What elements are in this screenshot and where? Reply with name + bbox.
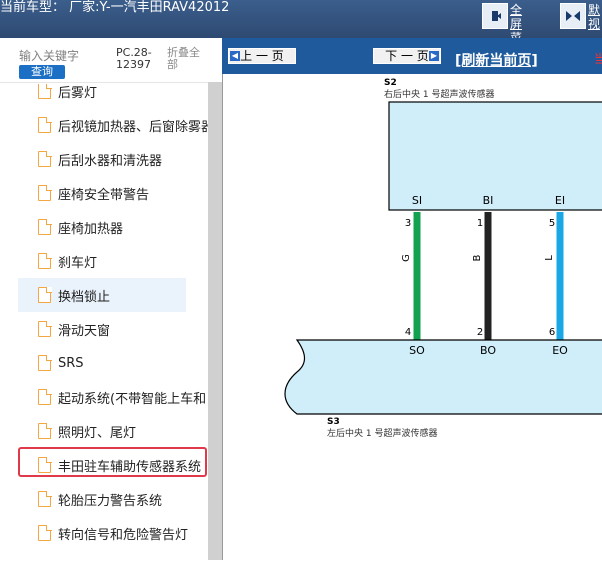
s2-name: 右后中央 1 号超声波传感器 (384, 88, 494, 100)
document-icon (38, 354, 52, 371)
document-icon (38, 150, 52, 167)
pin-ei: EI (555, 194, 565, 207)
next-page-button[interactable]: 下 一 页 ▶ (373, 48, 441, 64)
document-code: PC.28-12397 (116, 46, 152, 71)
prev-page-button[interactable]: ◀ 上 一 页 (228, 48, 296, 64)
document-icon (38, 422, 52, 439)
document-icon (38, 184, 52, 201)
arrow-left-icon: ◀ (230, 51, 240, 61)
pin-num-4: 4 (405, 327, 411, 338)
wiring-diagram-svg: S2 右后中央 1 号超声波传感器 SI BI EI 3 1 5 4 2 6 G… (284, 78, 602, 439)
right-panel: ◀ 上 一 页 下 一 页 ▶ [刷新当前页] 当 S2 右后中央 1 号超声波… (222, 38, 602, 560)
default-view-icon (560, 3, 586, 29)
document-icon (38, 524, 52, 541)
wire-color-b: B (472, 254, 483, 261)
document-icon (38, 320, 52, 337)
wire-color-l: L (544, 255, 555, 261)
arrow-right-icon: ▶ (429, 51, 439, 61)
s2-id: S2 (384, 78, 397, 88)
page-nav-bar: ◀ 上 一 页 下 一 页 ▶ [刷新当前页] 当 (222, 38, 602, 74)
document-icon (38, 116, 52, 133)
current-vehicle-title: 当前车型： 厂家:Y-一汽丰田RAV42012 (0, 0, 230, 15)
tree-item[interactable]: 座椅安全带警告 (18, 176, 208, 210)
left-panel: 查询 PC.28-12397 折叠全部 后雾灯 后视镜加热器、后窗除雾器 后刮水… (0, 38, 222, 560)
pin-num-1: 1 (477, 218, 483, 229)
tree-item[interactable]: SRS (18, 346, 208, 380)
pin-so: SO (409, 344, 425, 357)
document-icon (38, 84, 52, 99)
pin-num-5: 5 (549, 218, 555, 229)
wiring-diagram: S2 右后中央 1 号超声波传感器 SI BI EI 3 1 5 4 2 6 G… (222, 74, 602, 560)
wire-color-g: G (401, 254, 412, 262)
tree-item[interactable]: 转向信号和危险警告灯 (18, 516, 208, 550)
fullscreen-icon (482, 3, 508, 29)
refresh-page-link[interactable]: [刷新当前页] (455, 50, 538, 70)
document-icon (38, 490, 52, 507)
panel-splitter[interactable] (208, 82, 222, 560)
topic-tree: 后雾灯 后视镜加热器、后窗除雾器 后刮水器和清洗器 座椅安全带警告 座椅加热器 … (18, 84, 208, 560)
s3-id: S3 (327, 417, 340, 427)
document-icon (38, 286, 52, 303)
keyword-input[interactable] (19, 49, 109, 63)
document-icon (38, 252, 52, 269)
tree-item[interactable]: 座椅加热器 (18, 210, 208, 244)
tree-item[interactable]: 换档锁止 (18, 278, 186, 312)
tree-item[interactable]: 后刮水器和清洗器 (18, 142, 208, 176)
pin-bi: BI (483, 194, 494, 207)
pin-num-2: 2 (477, 327, 483, 338)
document-icon (38, 388, 52, 405)
tree-item[interactable]: 滑动天窗 (18, 312, 208, 346)
tree-item[interactable]: 刹车灯 (18, 244, 208, 278)
default-view-label: 默 视 (588, 3, 601, 31)
tree-item[interactable]: 照明灯、尾灯 (18, 414, 208, 448)
highlight-box (18, 447, 207, 477)
pin-si: SI (412, 194, 422, 207)
tree-item[interactable]: 后视镜加热器、后窗除雾器 (18, 108, 208, 142)
pin-num-3: 3 (405, 218, 411, 229)
collapse-all-link[interactable]: 折叠全部 (167, 47, 205, 71)
top-bar: 当前车型： 厂家:Y-一汽丰田RAV42012 全屏 菜单 默 视 (0, 0, 602, 59)
tree-item[interactable]: 轮胎压力警告系统 (18, 482, 208, 516)
search-area: 查询 PC.28-12397 折叠全部 (0, 38, 222, 83)
pin-num-6: 6 (549, 327, 555, 338)
tree-item[interactable]: 后雾灯 (18, 84, 208, 108)
corner-text: 当 (594, 52, 602, 66)
pin-bo: BO (480, 344, 496, 357)
document-icon (38, 218, 52, 235)
pin-eo: EO (552, 344, 568, 357)
tree-item[interactable]: 起动系统(不带智能上车和 (18, 380, 208, 414)
query-button[interactable]: 查询 (19, 65, 65, 79)
s3-name: 左后中央 1 号超声波传感器 (327, 427, 437, 439)
